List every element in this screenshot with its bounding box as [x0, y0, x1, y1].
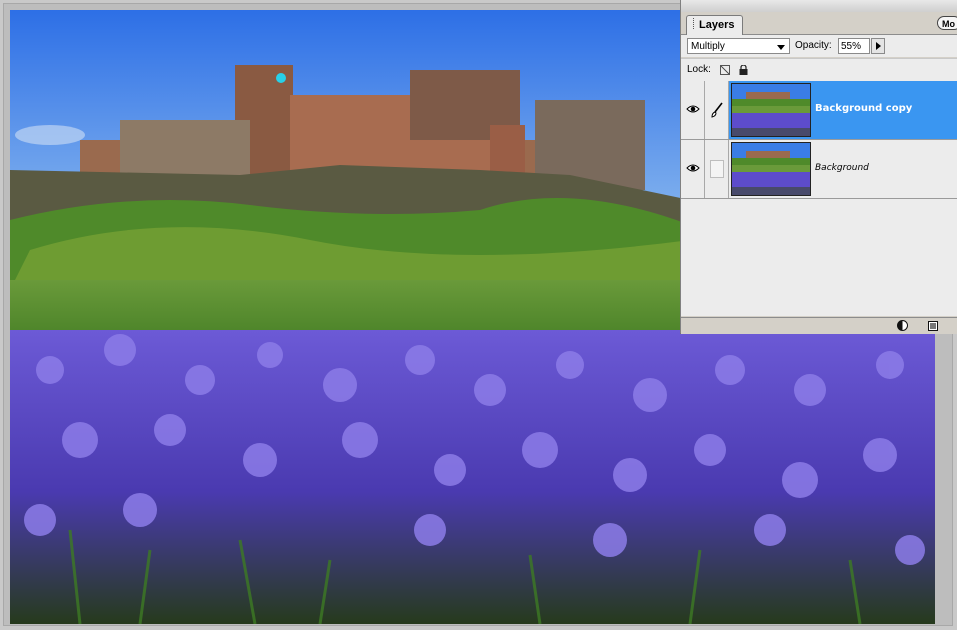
tab-layers-label: Layers: [699, 19, 735, 31]
layer-name: Background: [815, 163, 869, 173]
thumbnail-image: [732, 143, 810, 195]
eye-icon: [686, 105, 700, 113]
blend-mode-select[interactable]: Multiply: [687, 38, 790, 54]
paintbrush-icon: [711, 102, 723, 118]
layer-options-row: Multiply Opacity: 55%: [681, 35, 957, 57]
lock-row: Lock:: [681, 58, 957, 82]
layer-thumbnail: [731, 142, 811, 196]
layer-list: Background copy Background: [681, 81, 957, 316]
lock-label: Lock:: [687, 64, 711, 75]
layers-palette: Layers Mo Multiply Opacity: 55% Lock: Ba…: [680, 0, 957, 334]
triangle-right-icon: [876, 42, 881, 50]
visibility-toggle[interactable]: [681, 81, 705, 139]
opacity-label: Opacity:: [795, 40, 832, 51]
adjustment-layer-icon[interactable]: [897, 320, 908, 331]
chevron-down-icon: [777, 45, 785, 50]
layer-link-cell[interactable]: [705, 140, 729, 198]
visibility-toggle[interactable]: [681, 140, 705, 198]
thumbnail-image: [732, 84, 810, 136]
palette-footer: [681, 317, 957, 334]
eye-icon: [686, 164, 700, 172]
palette-menu-button[interactable]: Mo: [937, 16, 957, 30]
tab-layers[interactable]: Layers: [686, 15, 744, 35]
new-layer-icon[interactable]: [928, 321, 938, 331]
tab-grip-icon: [693, 18, 696, 29]
layer-thumbnail: [731, 83, 811, 137]
layer-row-background[interactable]: Background: [681, 140, 957, 199]
opacity-input[interactable]: 55%: [838, 38, 870, 54]
lock-transparency-icon[interactable]: [720, 65, 730, 75]
padlock-icon[interactable]: [739, 65, 748, 75]
palette-tab-row: Layers Mo: [681, 12, 957, 35]
link-box: [710, 160, 724, 178]
layer-edit-cell[interactable]: [705, 81, 729, 139]
blend-mode-value: Multiply: [691, 41, 725, 52]
layer-name: Background copy: [815, 103, 913, 114]
layer-row-background-copy[interactable]: Background copy: [681, 81, 957, 140]
opacity-slider-button[interactable]: [871, 38, 885, 54]
